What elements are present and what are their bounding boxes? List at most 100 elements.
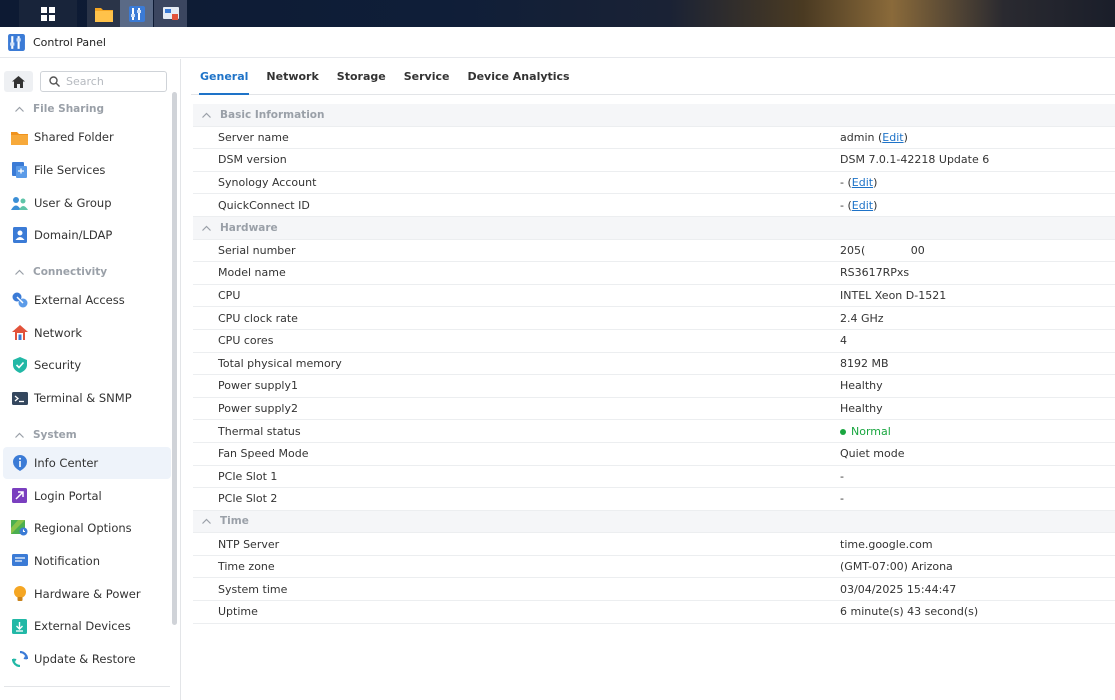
thermal-status-value: Normal — [851, 424, 891, 438]
row-value: 2.4 GHz — [840, 311, 884, 325]
row-value: RS3617RPxs — [840, 266, 910, 280]
taskbar-resource-monitor[interactable] — [154, 0, 187, 27]
users-icon — [11, 194, 28, 211]
chevron-up-icon — [202, 112, 211, 118]
folder-icon — [11, 129, 28, 146]
sidebar-item-hardware-power[interactable]: Hardware & Power — [0, 577, 172, 610]
search-box[interactable] — [40, 71, 167, 92]
group-system[interactable]: System — [0, 423, 172, 447]
synology-account-value: - — [840, 176, 844, 190]
edit-synology-account-link[interactable]: Edit — [852, 176, 873, 189]
sidebar-item-network[interactable]: Network — [0, 316, 172, 349]
row-label: Total physical memory — [218, 356, 342, 370]
sidebar-item-external-access[interactable]: External Access — [0, 284, 172, 317]
tab-bar: General Network Storage Service Device A… — [191, 59, 1115, 95]
sidebar-scrollbar[interactable] — [172, 92, 177, 625]
section-title: Time — [220, 515, 249, 528]
info-table: Basic Information Server name admin (Edi… — [193, 104, 1115, 624]
edit-server-name-link[interactable]: Edit — [882, 131, 903, 144]
domain-icon — [11, 227, 28, 244]
table-row: Time zone (GMT-07:00) Arizona — [193, 556, 1115, 579]
sidebar-item-label: User & Group — [34, 195, 112, 210]
network-house-icon — [11, 324, 28, 341]
sidebar-item-info-center[interactable]: Info Center — [3, 446, 171, 480]
table-row: NTP Server time.google.com — [193, 533, 1115, 556]
section-hardware[interactable]: Hardware — [193, 216, 1115, 240]
notification-icon — [11, 552, 28, 569]
sidebar-item-user-group[interactable]: User & Group — [0, 186, 172, 219]
group-connectivity[interactable]: Connectivity — [0, 260, 172, 284]
external-access-icon — [11, 292, 28, 309]
table-row: Thermal status Normal — [193, 420, 1115, 443]
table-row: System time 03/04/2025 15:44:47 — [193, 578, 1115, 602]
table-row: PCIe Slot 2 - — [193, 488, 1115, 511]
sidebar-item-file-services[interactable]: File Services — [0, 154, 172, 187]
sidebar-divider — [4, 686, 170, 687]
file-services-icon — [11, 162, 28, 179]
row-value: 03/04/2025 15:44:47 — [840, 582, 957, 596]
tab-general[interactable]: General — [191, 58, 257, 95]
login-portal-icon — [11, 487, 28, 504]
chevron-up-icon — [202, 225, 211, 231]
quickconnect-value: - — [840, 198, 844, 212]
row-label: PCIe Slot 1 — [218, 469, 278, 483]
section-basic-information[interactable]: Basic Information — [193, 104, 1115, 127]
terminal-icon — [11, 390, 28, 407]
home-icon — [12, 75, 25, 88]
taskbar-file-station[interactable] — [87, 0, 120, 27]
sidebar-item-notification[interactable]: Notification — [0, 545, 172, 578]
row-label: Time zone — [218, 560, 275, 574]
sidebar-item-label: Security — [34, 358, 82, 373]
folder-icon — [94, 7, 113, 22]
row-label: CPU — [218, 289, 241, 303]
row-value: Quiet mode — [840, 447, 905, 461]
sidebar-item-regional-options[interactable]: Regional Options — [0, 512, 172, 545]
home-button[interactable] — [4, 71, 33, 92]
sidebar-item-label: Terminal & SNMP — [34, 391, 132, 406]
sidebar-item-update-restore[interactable]: Update & Restore — [0, 643, 172, 676]
server-name-value: admin — [840, 130, 875, 144]
row-value: DSM 7.0.1-42218 Update 6 — [840, 153, 990, 167]
table-row: Power supply2 Healthy — [193, 398, 1115, 421]
taskbar-control-panel[interactable] — [120, 0, 153, 27]
sidebar: File Sharing Shared Folder File Services… — [0, 59, 181, 700]
chevron-up-icon — [15, 432, 24, 438]
row-value: 4 — [840, 334, 847, 348]
sidebar-item-domain-ldap[interactable]: Domain/LDAP — [0, 219, 172, 252]
sidebar-item-shared-folder[interactable]: Shared Folder — [0, 121, 172, 154]
edit-quickconnect-link[interactable]: Edit — [852, 199, 873, 212]
chevron-up-icon — [15, 269, 24, 275]
sidebar-item-label: Notification — [34, 553, 100, 568]
window-title: Control Panel — [33, 35, 106, 49]
table-row: PCIe Slot 1 - — [193, 466, 1115, 489]
tab-service[interactable]: Service — [395, 58, 459, 94]
sidebar-item-external-devices[interactable]: External Devices — [0, 610, 172, 643]
row-label: System time — [218, 582, 288, 596]
info-icon — [11, 454, 28, 471]
row-value: 205( 00 — [840, 243, 925, 257]
table-row: Total physical memory 8192 MB — [193, 353, 1115, 376]
main-menu-button[interactable] — [19, 0, 77, 27]
group-label: Connectivity — [33, 265, 108, 278]
sidebar-item-label: External Devices — [34, 619, 131, 634]
row-value: Normal — [840, 425, 891, 438]
group-file-sharing[interactable]: File Sharing — [0, 97, 172, 121]
update-icon — [11, 650, 28, 667]
table-row: CPU cores 4 — [193, 330, 1115, 353]
control-panel-icon — [8, 33, 25, 51]
table-row: Server name admin (Edit) — [193, 127, 1115, 150]
section-time[interactable]: Time — [193, 510, 1115, 534]
sidebar-item-security[interactable]: Security — [0, 349, 172, 382]
tab-device-analytics[interactable]: Device Analytics — [458, 58, 578, 94]
tab-network[interactable]: Network — [257, 58, 327, 94]
bulb-icon — [11, 585, 28, 602]
sidebar-item-label: Network — [34, 325, 83, 340]
sidebar-item-login-portal[interactable]: Login Portal — [0, 479, 172, 512]
table-row: Model name RS3617RPxs — [193, 262, 1115, 285]
tab-storage[interactable]: Storage — [328, 58, 395, 94]
sidebar-item-terminal-snmp[interactable]: Terminal & SNMP — [0, 382, 172, 415]
search-input[interactable] — [66, 75, 156, 88]
window-header: Control Panel — [0, 27, 1115, 58]
table-row: CPU clock rate 2.4 GHz — [193, 307, 1115, 330]
row-value: admin (Edit) — [840, 130, 908, 144]
